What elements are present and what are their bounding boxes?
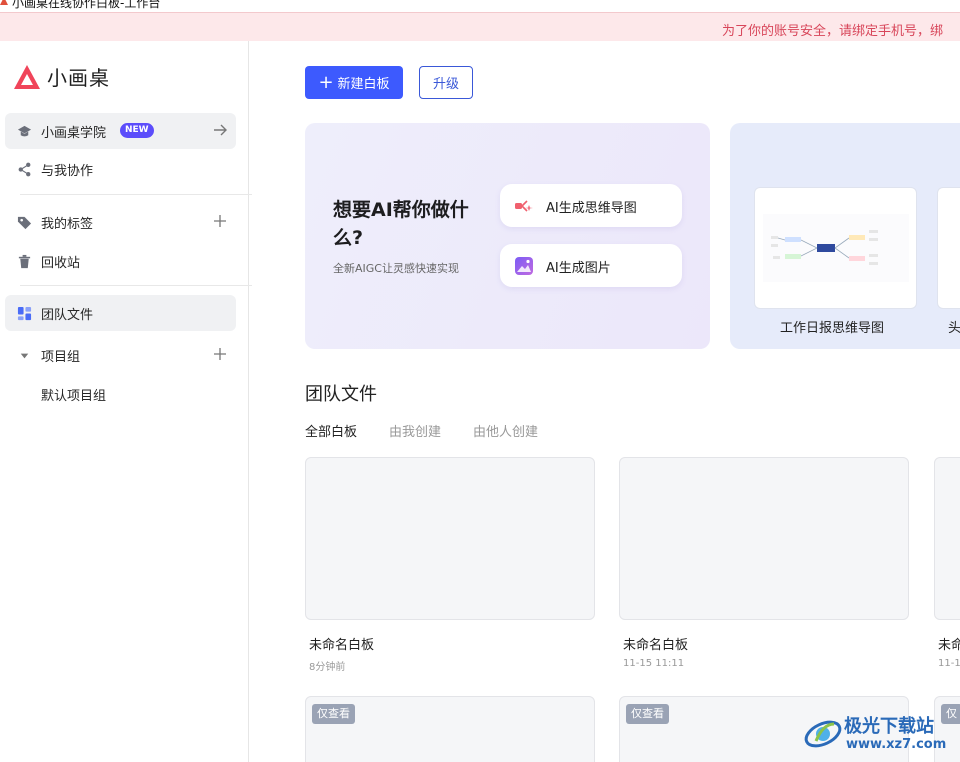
watermark: 极光下载站 www.xz7.com bbox=[800, 708, 960, 758]
sidebar-item-tags[interactable]: 我的标签 bbox=[5, 204, 236, 240]
arrow-right-icon[interactable] bbox=[212, 122, 228, 138]
plus-icon: + bbox=[318, 71, 334, 93]
trash-icon bbox=[18, 254, 31, 269]
file-thumbnail[interactable] bbox=[305, 457, 595, 620]
ai-banner: 想要AI帮你做什么? 全新AIGC让灵感快速实现 AI生成思维导图 AI生成图片 bbox=[305, 123, 710, 349]
template-label: 工作日报思维导图 bbox=[780, 321, 885, 336]
sidebar-item-label: 项目组 bbox=[41, 350, 81, 365]
template-thumbnail[interactable] bbox=[937, 187, 960, 309]
file-card[interactable]: 仅查看 bbox=[305, 696, 595, 762]
template-label: 头 bbox=[948, 321, 960, 336]
graduation-cap-icon bbox=[17, 125, 32, 137]
sidebar-item-default-project[interactable]: 默认项目组 bbox=[5, 376, 236, 412]
watermark-logo-icon bbox=[804, 720, 842, 748]
ai-image-button[interactable]: AI生成图片 bbox=[500, 244, 682, 287]
file-name: 未命名白板 bbox=[309, 638, 375, 653]
window-title: 小画桌在线协作白板-工作台 bbox=[12, 0, 161, 10]
section-title: 团队文件 bbox=[305, 384, 377, 405]
new-board-button[interactable]: + 新建白板 bbox=[305, 66, 403, 99]
ai-image-label: AI生成图片 bbox=[546, 261, 611, 276]
sidebar-item-trash[interactable]: 回收站 bbox=[5, 243, 236, 279]
file-name: 未命名白板 bbox=[623, 638, 689, 653]
share-icon bbox=[18, 162, 31, 177]
file-time: 11-15 11:11 bbox=[623, 658, 685, 669]
mindmap-preview-icon bbox=[763, 214, 909, 282]
sidebar-item-label: 默认项目组 bbox=[41, 389, 107, 404]
main-content: + 新建白板 升级 想要AI帮你做什么? 全新AIGC让灵感快速实现 AI生成思… bbox=[250, 41, 960, 762]
security-notice-bar[interactable]: 为了你的账号安全，请绑定手机号，绑 bbox=[0, 12, 960, 41]
view-only-tag: 仅查看 bbox=[312, 704, 355, 724]
ai-mindmap-button[interactable]: AI生成思维导图 bbox=[500, 184, 682, 227]
watermark-url: www.xz7.com bbox=[846, 737, 947, 752]
file-name: 未命 bbox=[938, 638, 960, 653]
tab-created-by-others[interactable]: 由他人创建 bbox=[473, 421, 538, 440]
brand-logo[interactable]: 小画桌 bbox=[13, 62, 110, 91]
file-card[interactable]: 未命名白板 8分钟前 bbox=[305, 457, 595, 677]
sidebar-item-shared[interactable]: 与我协作 bbox=[5, 151, 236, 187]
tab-all-boards[interactable]: 全部白板 bbox=[305, 421, 357, 440]
file-time: 8分钟前 bbox=[309, 662, 346, 673]
plus-icon[interactable] bbox=[212, 346, 228, 362]
file-card[interactable]: 未命 11-1 bbox=[934, 457, 960, 677]
ai-image-icon bbox=[515, 257, 533, 275]
sidebar-item-label: 我的标签 bbox=[41, 217, 94, 232]
app-favicon-icon bbox=[0, 0, 8, 5]
new-board-label: 新建白板 bbox=[337, 77, 390, 92]
template-thumbnail[interactable] bbox=[754, 187, 917, 309]
tab-created-by-me[interactable]: 由我创建 bbox=[389, 421, 441, 440]
ai-mindmap-icon bbox=[515, 200, 533, 212]
upgrade-button[interactable]: 升级 bbox=[419, 66, 473, 99]
window-titlebar: 小画桌在线协作白板-工作台 bbox=[0, 0, 960, 12]
sidebar-item-label: 团队文件 bbox=[41, 308, 94, 323]
sidebar-item-label: 回收站 bbox=[41, 256, 81, 271]
sidebar-divider bbox=[20, 194, 252, 195]
security-notice-text: 为了你的账号安全，请绑定手机号，绑 bbox=[722, 24, 944, 39]
caret-down-icon[interactable] bbox=[17, 348, 32, 363]
sidebar-item-label: 与我协作 bbox=[41, 164, 94, 179]
sidebar-item-label: 小画桌学院 bbox=[41, 126, 107, 141]
team-files-icon bbox=[17, 306, 32, 321]
new-badge: NEW bbox=[120, 123, 154, 138]
sidebar-item-academy[interactable]: 小画桌学院 NEW bbox=[5, 113, 236, 149]
ai-banner-subtitle: 全新AIGC让灵感快速实现 bbox=[333, 262, 459, 275]
file-time: 11-1 bbox=[938, 658, 960, 669]
file-thumbnail[interactable] bbox=[934, 457, 960, 620]
watermark-title: 极光下载站 bbox=[844, 716, 934, 737]
file-card[interactable]: 未命名白板 11-15 11:11 bbox=[619, 457, 909, 677]
brand-name: 小画桌 bbox=[47, 66, 110, 90]
tag-icon bbox=[17, 216, 32, 230]
plus-icon[interactable] bbox=[212, 213, 228, 229]
view-only-tag: 仅查看 bbox=[626, 704, 669, 724]
file-filter-tabs: 全部白板 由我创建 由他人创建 bbox=[305, 421, 570, 440]
sidebar: 小画桌 小画桌学院 NEW 与我协作 我的标签 回收站 团队文件 项目组 默认项… bbox=[0, 41, 252, 762]
template-carousel: 工作日报思维导图 头 bbox=[730, 123, 960, 349]
logo-icon bbox=[14, 64, 40, 89]
sidebar-item-team-files[interactable]: 团队文件 bbox=[5, 295, 236, 331]
file-thumbnail[interactable] bbox=[619, 457, 909, 620]
ai-mindmap-label: AI生成思维导图 bbox=[546, 201, 637, 216]
sidebar-divider bbox=[20, 285, 252, 286]
ai-banner-heading: 想要AI帮你做什么? bbox=[333, 199, 469, 249]
sidebar-item-project-group[interactable]: 项目组 bbox=[5, 337, 236, 373]
